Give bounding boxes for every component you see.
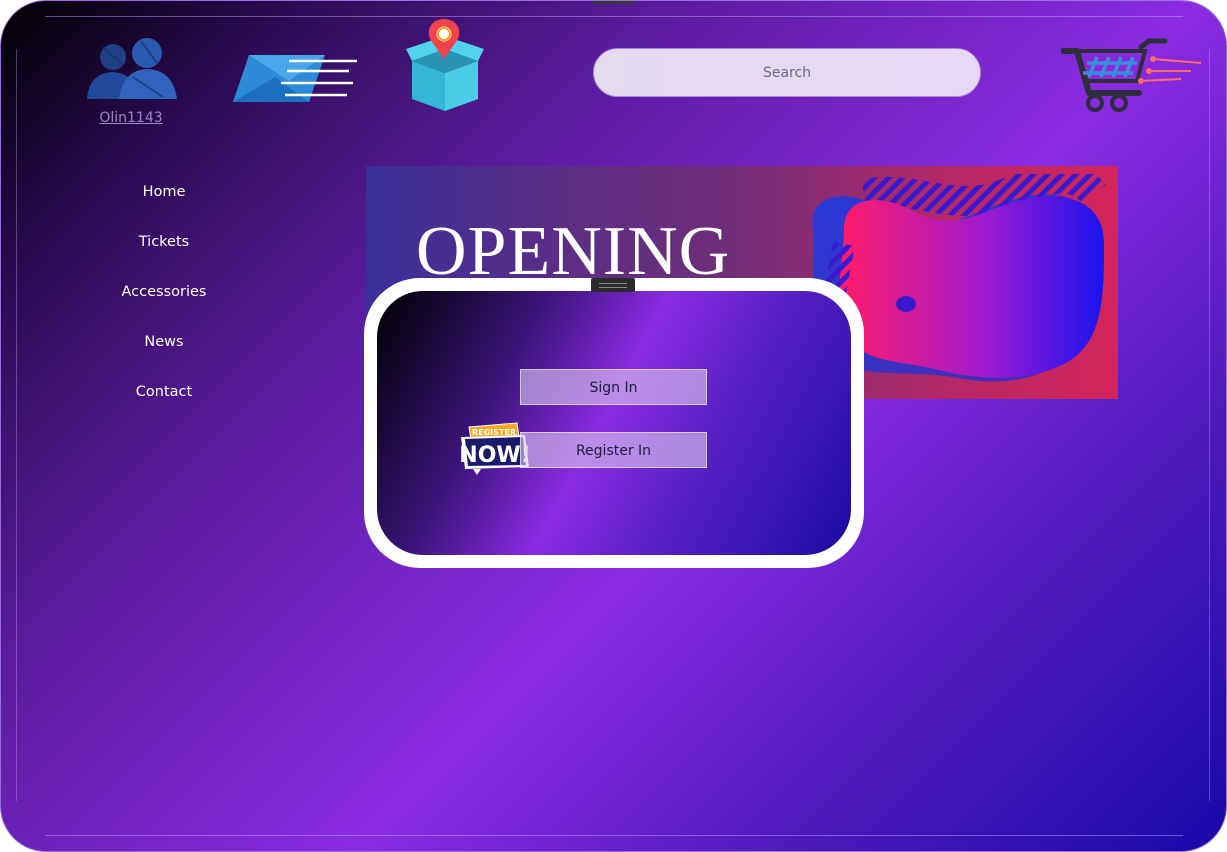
user-account[interactable]: Olin1143 <box>81 37 181 126</box>
top-divider <box>45 16 1183 17</box>
package-location-icon[interactable] <box>406 19 484 113</box>
shopping-cart-icon[interactable] <box>1061 37 1201 113</box>
app-window: Olin1143 Search Home Tickets Accessories… <box>0 0 1227 852</box>
sign-in-button[interactable]: Sign In <box>520 369 707 405</box>
username-link[interactable]: Olin1143 <box>81 110 181 126</box>
search-input[interactable] <box>593 48 981 97</box>
nav-item-tickets[interactable]: Tickets <box>89 227 239 277</box>
users-icon <box>87 38 177 99</box>
nav-item-home[interactable]: Home <box>89 177 239 227</box>
left-divider <box>16 49 17 801</box>
nav-item-news[interactable]: News <box>89 327 239 377</box>
nav-item-contact[interactable]: Contact <box>89 377 239 427</box>
register-button[interactable]: Register In <box>520 432 707 468</box>
right-divider <box>1209 49 1210 801</box>
main-nav: Home Tickets Accessories News Contact <box>89 177 239 427</box>
mail-icon[interactable] <box>229 51 361 105</box>
nav-item-accessories[interactable]: Accessories <box>89 277 239 327</box>
modal-drag-handle[interactable] <box>591 278 635 292</box>
window-drag-handle[interactable] <box>591 1 635 4</box>
bottom-divider <box>45 835 1183 836</box>
auth-modal <box>377 291 851 555</box>
